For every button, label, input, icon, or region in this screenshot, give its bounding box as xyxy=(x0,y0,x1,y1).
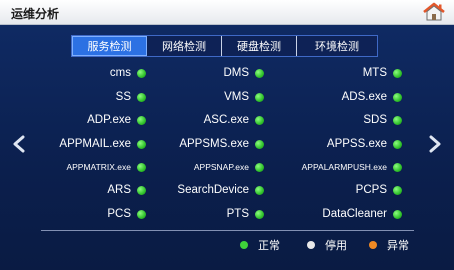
service-item: APPSMS.exe xyxy=(179,136,264,152)
service-item: ARS xyxy=(107,182,146,198)
service-item: DMS xyxy=(223,65,264,81)
service-item: APPMAIL.exe xyxy=(59,136,146,152)
service-name: PCPS xyxy=(355,184,387,196)
service-name: ASC.exe xyxy=(203,114,249,126)
service-name: cms xyxy=(109,67,131,79)
service-name: APPSS.exe xyxy=(326,138,387,150)
tab-service-check[interactable]: 服务检测 xyxy=(72,36,147,56)
legend-dot-error xyxy=(369,241,377,249)
status-dot xyxy=(137,209,146,219)
service-row: cms DMS MTS xyxy=(0,65,454,81)
service-name: APPMAIL.exe xyxy=(59,138,131,150)
service-item: ADS.exe xyxy=(342,89,402,105)
service-item: APPSS.exe xyxy=(327,136,402,152)
service-item: APPALARMPUSH.exe xyxy=(302,159,402,175)
service-item: ADP.exe xyxy=(87,112,146,128)
service-name: APPSNAP.exe xyxy=(193,162,249,172)
legend-item-error: 异常 xyxy=(369,238,409,252)
legend-label: 正常 xyxy=(258,239,280,252)
service-row: ARS SearchDevice PCPS xyxy=(0,182,454,198)
service-name: SS xyxy=(115,91,131,103)
service-row: APPMAIL.exe APPSMS.exe APPSS.exe xyxy=(0,136,454,152)
service-name: ADS.exe xyxy=(341,91,387,103)
service-item: cms xyxy=(110,65,146,81)
status-dot xyxy=(137,92,146,102)
status-dot xyxy=(255,162,264,172)
status-dot xyxy=(393,92,402,102)
status-dot xyxy=(255,115,264,125)
service-name: DataCleaner xyxy=(322,208,387,220)
legend-label: 停用 xyxy=(325,239,347,252)
home-button[interactable] xyxy=(422,2,446,22)
service-item: ASC.exe xyxy=(204,112,264,128)
service-name: APPMATRIX.exe xyxy=(66,162,131,172)
divider xyxy=(41,230,414,231)
status-dot xyxy=(393,115,402,125)
status-dot xyxy=(137,68,146,78)
service-item: SDS xyxy=(363,112,402,128)
service-item: PCPS xyxy=(356,182,402,198)
status-dot xyxy=(393,209,402,219)
legend-item-normal: 正常 xyxy=(240,238,280,252)
status-dot xyxy=(393,162,402,172)
service-item: APPMATRIX.exe xyxy=(66,159,146,175)
service-name: VMS xyxy=(224,91,249,103)
tab-bar: 服务检测 网络检测 硬盘检测 环境检测 xyxy=(71,35,378,57)
legend-dot-normal xyxy=(240,241,248,249)
status-dot xyxy=(393,139,402,149)
status-dot xyxy=(137,162,146,172)
tab-network-check[interactable]: 网络检测 xyxy=(147,36,222,56)
status-dot xyxy=(137,185,146,195)
legend-dot-disabled xyxy=(307,241,315,249)
status-dot xyxy=(255,139,264,149)
legend-label: 异常 xyxy=(387,239,409,252)
status-dot xyxy=(255,209,264,219)
service-row: PCS PTS DataCleaner xyxy=(0,206,454,222)
service-item: DataCleaner xyxy=(322,206,402,222)
status-dot xyxy=(255,185,264,195)
status-dot xyxy=(393,68,402,78)
page-title: 运维分析 xyxy=(11,7,60,21)
service-name: SearchDevice xyxy=(177,184,249,196)
service-item: VMS xyxy=(224,89,264,105)
service-name: SDS xyxy=(363,114,387,126)
service-name: MTS xyxy=(362,67,387,79)
service-name: APPSMS.exe xyxy=(179,138,249,150)
service-row: ADP.exe ASC.exe SDS xyxy=(0,112,454,128)
tab-environment-check[interactable]: 环境检测 xyxy=(297,36,377,56)
service-item: APPSNAP.exe xyxy=(194,159,264,175)
status-dot xyxy=(255,68,264,78)
home-icon xyxy=(423,2,445,21)
service-row: APPMATRIX.exe APPSNAP.exe APPALARMPUSH.e… xyxy=(0,159,454,175)
service-name: PCS xyxy=(107,208,131,220)
service-item: SS xyxy=(116,89,146,105)
service-name: ARS xyxy=(107,184,131,196)
service-row: SS VMS ADS.exe xyxy=(0,89,454,105)
legend-item-disabled: 停用 xyxy=(307,238,347,252)
service-name: DMS xyxy=(223,67,249,79)
tab-disk-check[interactable]: 硬盘检测 xyxy=(222,36,297,56)
service-item: PTS xyxy=(227,206,264,222)
status-dot xyxy=(393,185,402,195)
status-dot xyxy=(255,92,264,102)
service-name: ADP.exe xyxy=(87,114,131,126)
service-name: PTS xyxy=(226,208,249,220)
title-bar: 运维分析 xyxy=(0,0,454,25)
service-name: APPALARMPUSH.exe xyxy=(301,162,387,172)
status-dot xyxy=(137,139,146,149)
status-dot xyxy=(137,115,146,125)
service-item: SearchDevice xyxy=(177,182,264,198)
service-item: PCS xyxy=(107,206,146,222)
service-item: MTS xyxy=(363,65,402,81)
